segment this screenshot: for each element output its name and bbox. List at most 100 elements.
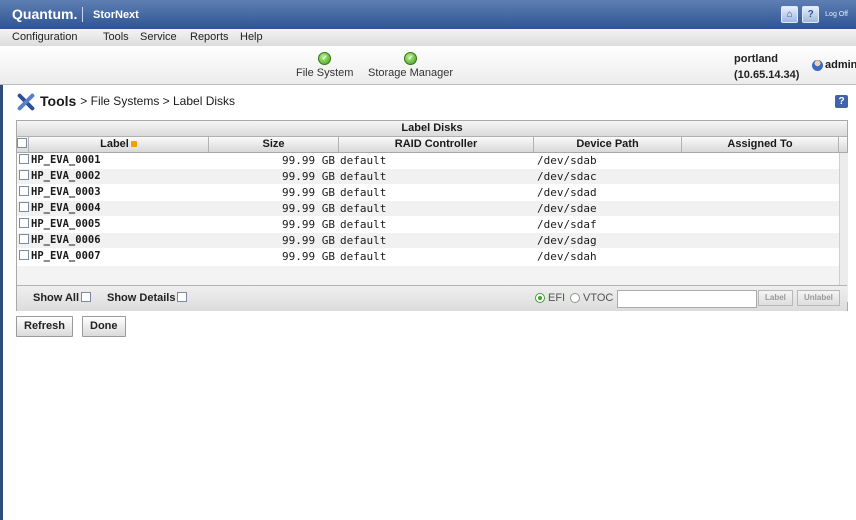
row-checkbox[interactable] [19, 234, 29, 244]
assigned-cell [685, 201, 835, 216]
menu-configuration[interactable]: Configuration [12, 31, 77, 43]
label-cell: HP_EVA_0002 [19, 169, 207, 184]
service-label: Storage Manager [368, 67, 453, 79]
raid-cell: default [340, 234, 387, 247]
row-checkbox[interactable] [19, 218, 29, 228]
label-cell: HP_EVA_0001 [19, 153, 207, 168]
row-checkbox[interactable] [19, 186, 29, 196]
raid-cell: default [340, 170, 387, 183]
table-row[interactable]: HP_EVA_0003 99.99 GB default/dev/sdad [17, 185, 839, 200]
page-title: Tools [40, 93, 77, 109]
show-all-label: Show All [33, 292, 80, 304]
service-file-system[interactable]: ✓ File System [296, 52, 353, 79]
assigned-cell [685, 153, 835, 168]
label-cell: HP_EVA_0006 [19, 233, 207, 248]
path-cell: /dev/sdaf [537, 218, 597, 231]
product-name: StorNext [93, 9, 139, 21]
show-all-toggle[interactable]: Show All [33, 292, 93, 304]
panel-title: Label Disks [17, 121, 847, 137]
raid-cell: default [340, 202, 387, 215]
label-button[interactable]: Label [758, 290, 793, 306]
assigned-cell [685, 185, 835, 200]
table-row[interactable]: HP_EVA_0004 99.99 GB default/dev/sdae [17, 201, 839, 216]
sort-ascending-icon [130, 141, 137, 148]
table-row[interactable]: HP_EVA_0001 99.99 GB default/dev/sdab [17, 153, 839, 168]
vtoc-label: VTOC [583, 292, 614, 304]
raid-cell: default [340, 250, 387, 263]
path-cell: /dev/sdah [537, 250, 597, 263]
select-all-checkbox[interactable] [17, 138, 27, 149]
size-cell: 99.99 GB [282, 202, 335, 215]
breadcrumb-path: > File Systems > Label Disks [80, 94, 236, 108]
assigned-cell [685, 233, 835, 248]
efi-radio[interactable] [535, 293, 545, 303]
raid-cell: default [340, 218, 387, 231]
size-cell: 99.99 GB [282, 218, 335, 231]
size-cell: 99.99 GB [282, 154, 335, 167]
assigned-cell [685, 249, 835, 264]
refresh-button[interactable]: Refresh [16, 316, 73, 337]
home-icon[interactable]: ⌂ [781, 6, 799, 23]
assigned-cell [685, 217, 835, 232]
panel-footer: Show All Show Details EFI VTOC Label Unl… [17, 285, 847, 311]
menu-reports[interactable]: Reports [190, 31, 229, 43]
show-details-toggle[interactable]: Show Details [107, 292, 189, 304]
select-all-header[interactable] [17, 137, 29, 152]
brand-logo: Quantum. [12, 6, 78, 22]
breadcrumb: Tools > File Systems > Label Disks [14, 90, 235, 112]
host-name: portland [734, 53, 778, 65]
row-checkbox[interactable] [19, 250, 29, 260]
column-header-label[interactable]: Label [29, 137, 209, 152]
efi-option[interactable]: EFI [535, 292, 565, 304]
efi-label: EFI [548, 292, 566, 304]
brand-divider [82, 7, 83, 22]
menu-tools[interactable]: Tools [103, 31, 129, 43]
table-row[interactable]: HP_EVA_0007 99.99 GB default/dev/sdah [17, 249, 839, 264]
host-ip: (10.65.14.34) [734, 69, 800, 81]
vtoc-option[interactable]: VTOC [570, 292, 613, 304]
show-all-checkbox[interactable] [81, 292, 92, 302]
label-disks-panel: Label Disks Label Size RAID Controller D… [16, 120, 848, 311]
row-checkbox[interactable] [19, 202, 29, 212]
top-icons: ⌂ ? Log Off [781, 6, 848, 23]
raid-cell: default [340, 186, 387, 199]
column-header-raid[interactable]: RAID Controller [339, 137, 534, 152]
menu-service[interactable]: Service [140, 31, 177, 43]
table-row[interactable]: HP_EVA_0005 99.99 GB default/dev/sdaf [17, 217, 839, 232]
logoff-link[interactable]: Log Off [825, 11, 848, 18]
host-info: portland (10.65.14.34) [734, 51, 799, 83]
show-details-checkbox[interactable] [177, 292, 188, 302]
raid-cell: default [340, 154, 387, 167]
row-checkbox[interactable] [19, 154, 29, 164]
vtoc-radio[interactable] [570, 293, 580, 303]
row-checkbox[interactable] [19, 170, 29, 180]
path-cell: /dev/sdab [537, 154, 597, 167]
label-cell: HP_EVA_0004 [19, 201, 207, 216]
column-header-path[interactable]: Device Path [534, 137, 682, 152]
assigned-cell [685, 169, 835, 184]
unlabel-button[interactable]: Unlabel [797, 290, 840, 306]
disk-table-body: HP_EVA_0001 99.99 GB default/dev/sdab HP_EV… [17, 153, 839, 266]
user-info[interactable]: admin [812, 59, 856, 71]
path-cell: /dev/sdac [537, 170, 597, 183]
column-header-assigned[interactable]: Assigned To [682, 137, 839, 152]
service-storage-manager[interactable]: ✓ Storage Manager [368, 52, 453, 79]
menu-help[interactable]: Help [240, 31, 263, 43]
help-icon[interactable]: ? [802, 6, 820, 23]
size-cell: 99.99 GB [282, 186, 335, 199]
table-scrollbar[interactable] [839, 153, 848, 302]
label-name-input[interactable] [617, 290, 757, 308]
check-circle-icon: ✓ [318, 52, 332, 65]
check-circle-icon: ✓ [404, 52, 417, 65]
path-cell: /dev/sdag [537, 234, 597, 247]
column-header-size[interactable]: Size [209, 137, 339, 152]
top-bar: Quantum. StorNext ⌂ ? Log Off [0, 0, 856, 29]
label-cell: HP_EVA_0005 [19, 217, 207, 232]
path-cell: /dev/sdae [537, 202, 597, 215]
done-button[interactable]: Done [82, 316, 126, 337]
page-help-icon[interactable]: ? [835, 95, 848, 108]
service-label: File System [296, 67, 354, 79]
table-row[interactable]: HP_EVA_0006 99.99 GB default/dev/sdag [17, 233, 839, 248]
table-header: Label Size RAID Controller Device Path A… [17, 137, 847, 153]
table-row[interactable]: HP_EVA_0002 99.99 GB default/dev/sdac [17, 169, 839, 184]
